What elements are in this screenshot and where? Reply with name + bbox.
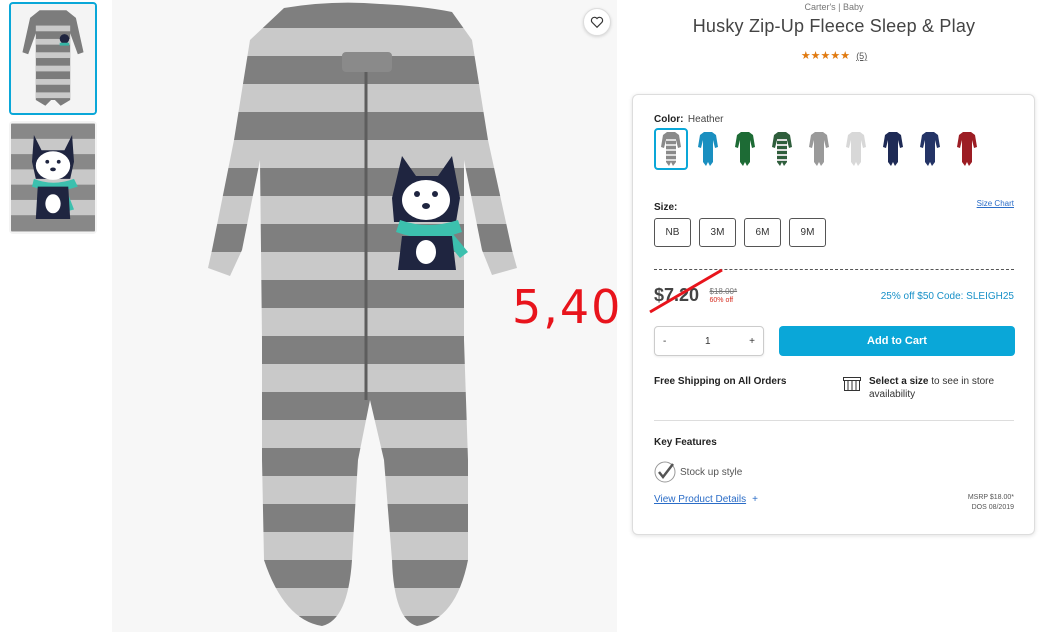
sleeper-swatch-icon — [846, 132, 866, 166]
quantity-decrease-button[interactable]: - — [663, 336, 666, 347]
store-availability[interactable]: Select a size to see in store availabili… — [843, 375, 1019, 401]
divider — [654, 269, 1014, 270]
key-feature-text: Stock up style — [680, 466, 743, 478]
sleeper-thumbnail-image — [11, 4, 95, 113]
color-label: Color: — [654, 114, 684, 125]
sleeper-swatch-icon — [883, 132, 903, 166]
husky-detail-image — [11, 123, 95, 232]
size-option-3m[interactable]: 3M — [699, 218, 736, 247]
size-row: Size: — [654, 197, 677, 215]
expand-plus-icon[interactable]: + — [752, 494, 758, 505]
sleeper-swatch-icon — [772, 132, 792, 166]
brand-label[interactable]: Carter's | Baby — [632, 2, 1036, 12]
store-availability-text: Select a size to see in store availabili… — [869, 375, 1019, 401]
color-row: Color: Heather — [654, 109, 723, 127]
view-product-details-link[interactable]: View Product Details + — [654, 494, 758, 505]
size-chart-link[interactable]: Size Chart — [977, 199, 1014, 208]
promo-code: 25% off $50 Code: SLEIGH25 — [880, 291, 1014, 302]
thumbnail-list — [9, 2, 97, 240]
sleeper-swatch-icon — [957, 132, 977, 166]
view-product-details-label[interactable]: View Product Details — [654, 494, 746, 505]
color-swatch-green-stripe[interactable] — [765, 128, 799, 170]
review-count-link[interactable]: (5) — [856, 51, 867, 61]
size-options: NB 3M 6M 9M — [654, 218, 834, 247]
divider — [654, 420, 1014, 421]
color-swatch-navy-print[interactable] — [913, 128, 947, 170]
size-option-6m[interactable]: 6M — [744, 218, 781, 247]
key-feature-item: Stock up style — [654, 461, 742, 483]
sleeper-swatch-icon — [735, 132, 755, 166]
key-features-title: Key Features — [654, 437, 717, 448]
handwritten-price-annotation: 5,40 — [512, 280, 623, 334]
original-price-block: $18.00* 60% off — [710, 287, 738, 305]
color-swatch-grey[interactable] — [802, 128, 836, 170]
star-rating-icon: ★★★★★ — [800, 50, 851, 62]
quantity-value[interactable]: 1 — [705, 336, 711, 347]
add-to-cart-button[interactable]: Add to Cart — [779, 326, 1015, 356]
checkmark-icon — [654, 461, 676, 483]
sleeper-swatch-icon — [920, 132, 940, 166]
wishlist-heart-button[interactable] — [583, 8, 611, 36]
current-price: $7.20 — [654, 285, 700, 305]
color-swatch-light-print[interactable] — [839, 128, 873, 170]
size-option-nb[interactable]: NB — [654, 218, 691, 247]
size-label: Size: — [654, 202, 678, 213]
color-swatch-green[interactable] — [728, 128, 762, 170]
color-swatch-red-plaid[interactable] — [950, 128, 984, 170]
color-swatches — [654, 128, 987, 170]
sleeper-swatch-icon — [698, 132, 718, 166]
thumbnail-front[interactable] — [9, 2, 97, 115]
discount-label: 60% off — [709, 296, 734, 304]
price-row: $7.20 $18.00* 60% off — [654, 285, 737, 306]
sleeper-swatch-icon — [661, 132, 681, 166]
sleeper-swatch-icon — [809, 132, 829, 166]
original-price: $18.00* — [709, 286, 738, 296]
msrp-value: MSRP $18.00* — [967, 494, 1014, 501]
purchase-card: Color: Heather Size: Size Chart NB 3M 6M… — [632, 94, 1035, 535]
product-title: Husky Zip-Up Fleece Sleep & Play — [692, 16, 976, 36]
size-option-9m[interactable]: 9M — [789, 218, 826, 247]
thumbnail-detail[interactable] — [9, 121, 97, 234]
free-shipping-text: Free Shipping on All Orders — [654, 376, 787, 387]
quantity-increase-button[interactable]: + — [749, 336, 755, 347]
color-selected: Heather — [687, 114, 724, 125]
color-swatch-blue[interactable] — [691, 128, 725, 170]
heart-icon — [590, 16, 604, 29]
dos-value: DOS 08/2019 — [971, 504, 1014, 511]
quantity-stepper: - 1 + — [654, 326, 764, 356]
color-swatch-navy[interactable] — [876, 128, 910, 170]
store-icon — [843, 377, 861, 391]
msrp-info: MSRP $18.00* DOS 08/2019 — [968, 493, 1014, 513]
store-select-size: Select a size — [869, 376, 929, 387]
color-swatch-heather-stripe[interactable] — [654, 128, 688, 170]
rating[interactable]: ★★★★★ (5) — [632, 49, 1036, 62]
